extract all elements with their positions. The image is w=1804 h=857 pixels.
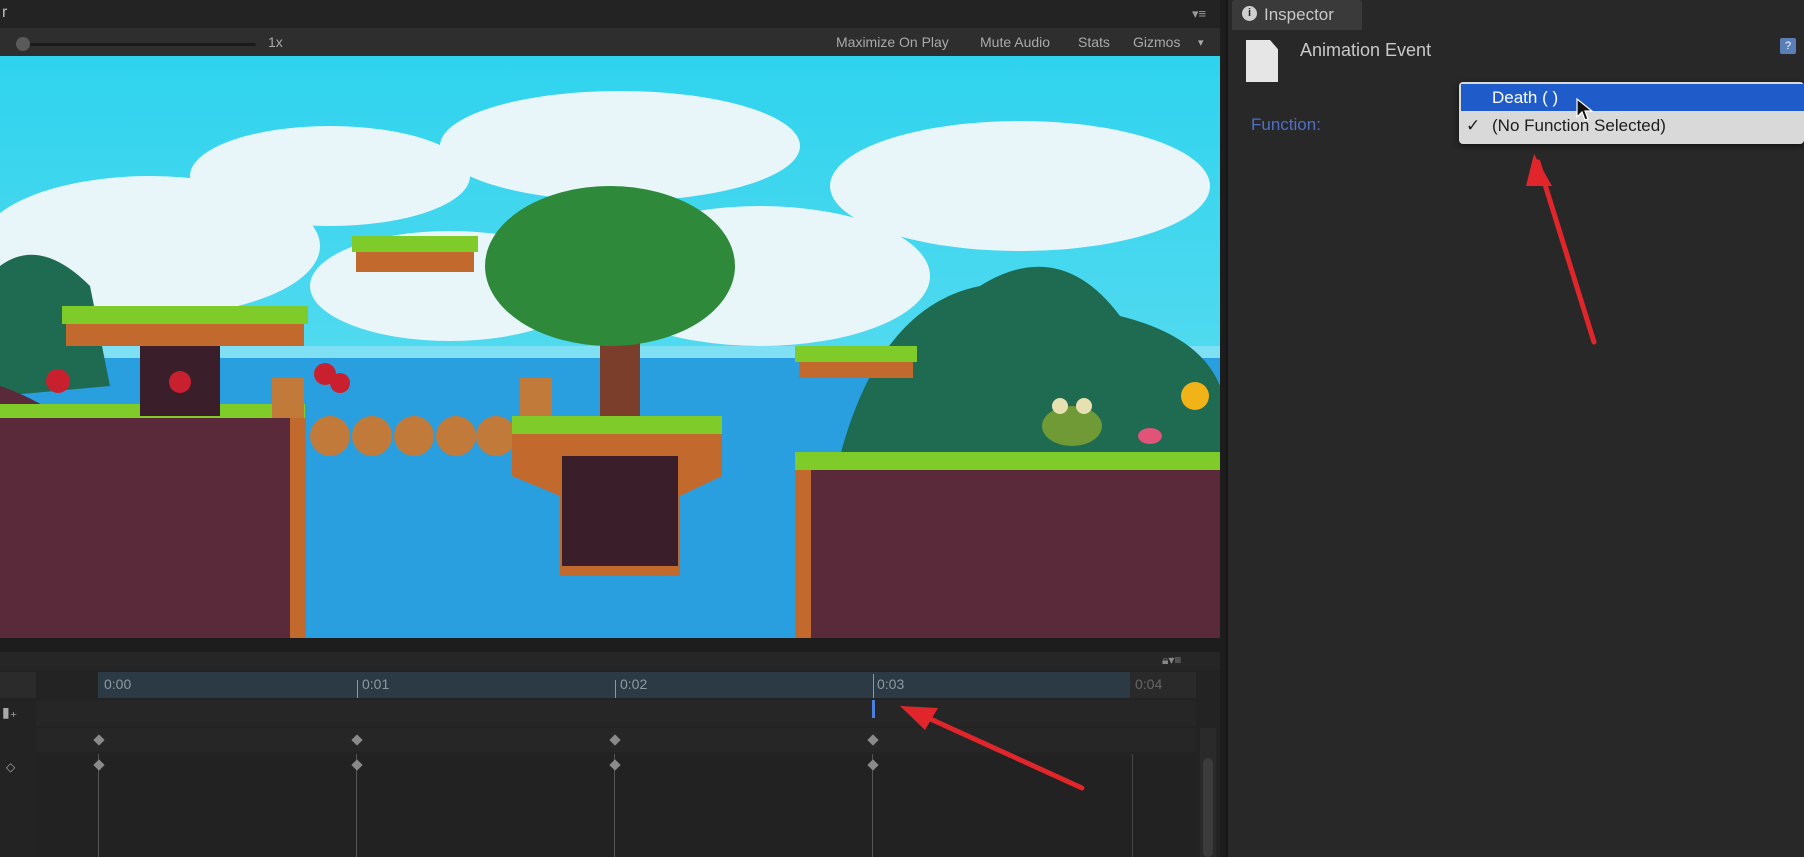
mouse-cursor-icon — [1576, 98, 1594, 121]
animation-event-marker[interactable] — [872, 700, 875, 718]
game-view-toolbar: 1x Maximize On Play Mute Audio Stats Giz… — [0, 28, 1220, 57]
game-view-title: r — [2, 4, 8, 21]
scrollbar-thumb[interactable] — [1203, 758, 1213, 857]
scale-label: 1x — [268, 34, 283, 50]
mute-audio-button[interactable]: Mute Audio — [980, 34, 1050, 50]
timeline-header: 🔒︎▾≡ — [0, 652, 1220, 670]
timeline-corner — [0, 672, 36, 698]
center-island — [512, 416, 722, 434]
floating-platform — [352, 236, 478, 252]
add-event-icon[interactable]: ▮₊ — [2, 704, 17, 721]
keyframe-diamond-icon[interactable]: ◇ — [6, 760, 15, 774]
mushroom — [1138, 428, 1162, 444]
stats-button[interactable]: Stats — [1078, 34, 1110, 50]
tick-label: 0:02 — [620, 676, 648, 692]
tick-label: 0:03 — [877, 676, 905, 692]
dropdown-option[interactable]: ✓ (No Function Selected) — [1461, 112, 1804, 140]
timeline-scrollbar[interactable] — [1200, 728, 1216, 857]
left-ground — [0, 386, 305, 638]
event-row[interactable] — [36, 700, 1196, 726]
scale-slider-handle[interactable] — [16, 37, 30, 51]
inspector-tab[interactable]: i Inspector — [1232, 0, 1362, 30]
upper-left-platform — [62, 306, 308, 324]
tick-mark — [873, 674, 874, 698]
game-view-titlebar: r ▾≡ — [0, 0, 1220, 29]
time-ruler[interactable] — [98, 672, 1130, 698]
right-ground — [795, 452, 1220, 470]
tick-label: 0:00 — [104, 676, 132, 692]
star — [1181, 382, 1209, 410]
game-scene — [0, 56, 1220, 638]
help-icon[interactable]: ? — [1780, 38, 1796, 54]
lock-icon[interactable]: 🔒︎▾≡ — [1162, 653, 1181, 668]
dropdown-option-label: Death ( ) — [1492, 88, 1559, 107]
tick-mark — [615, 680, 616, 698]
frame-line — [1132, 754, 1133, 857]
panel-menu-icon[interactable]: ▾≡ — [1192, 6, 1206, 22]
info-icon: i — [1242, 6, 1257, 21]
scale-slider[interactable] — [16, 37, 256, 51]
tick-mark — [357, 680, 358, 698]
maximize-on-play-button[interactable]: Maximize On Play — [836, 34, 949, 50]
function-label: Function: — [1251, 115, 1321, 134]
inspector-tab-label: Inspector — [1264, 5, 1334, 24]
right-floating-platform — [795, 346, 917, 362]
tick-label: 0:01 — [362, 676, 390, 692]
component-title: Animation Event — [1300, 40, 1432, 60]
gizmos-button[interactable]: Gizmos — [1133, 34, 1180, 50]
check-mark-icon: ✓ — [1466, 116, 1481, 135]
script-asset-icon — [1246, 40, 1278, 82]
gizmos-dropdown-icon[interactable]: ▾ — [1198, 36, 1204, 49]
frog-sprite — [1042, 406, 1102, 446]
dropdown-option-highlighted[interactable]: Death ( ) — [1461, 84, 1804, 111]
tick-label: 0:04 — [1135, 676, 1163, 692]
tree-canopy — [485, 186, 735, 346]
